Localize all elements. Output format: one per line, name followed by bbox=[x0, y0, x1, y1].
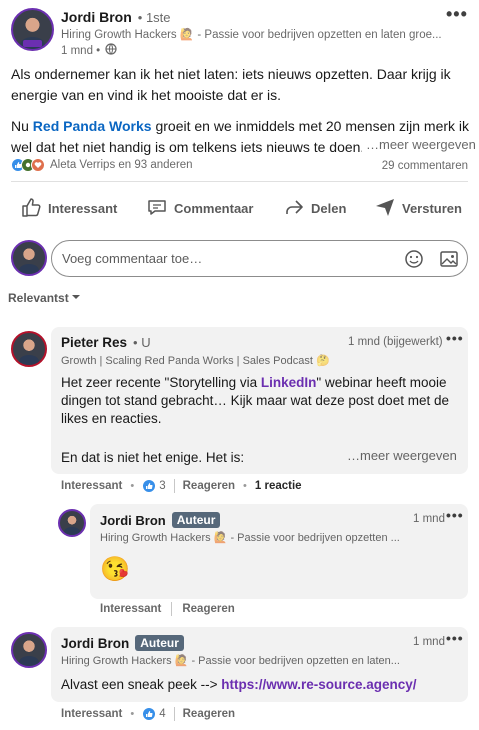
current-user-avatar bbox=[11, 240, 47, 276]
comment-bubble: Jordi Bron Auteur 1 mnd ••• Hiring Growt… bbox=[51, 627, 468, 702]
reactions-count-text: Aleta Verrips en 93 anderen bbox=[50, 159, 193, 171]
separator bbox=[173, 707, 175, 721]
post-author-headline: Hiring Growth Hackers 🙋 - Passie voor be… bbox=[61, 29, 441, 41]
reply-like-button[interactable]: Interessant bbox=[100, 603, 161, 615]
post-text-p1: Als ondernemer kan ik het niet laten: ie… bbox=[11, 66, 451, 103]
thumbs-up-icon bbox=[20, 196, 42, 221]
sort-dropdown[interactable]: Relevantst bbox=[8, 291, 81, 305]
divider bbox=[11, 181, 468, 182]
post-see-more[interactable]: …meer weergeven bbox=[362, 137, 476, 152]
comment-placeholder: Voeg commentaar toe… bbox=[62, 251, 203, 266]
emoji-icon[interactable] bbox=[404, 249, 424, 274]
red-panda-works-link[interactable]: Red Panda Works bbox=[33, 118, 152, 134]
comment-reply-button[interactable]: Reageren bbox=[183, 480, 235, 492]
comment-reply-button[interactable]: Reageren bbox=[183, 708, 235, 720]
post-more-icon[interactable]: ••• bbox=[446, 4, 468, 25]
reply-more-icon[interactable]: ••• bbox=[446, 507, 464, 523]
kiss-emoji: 😘 bbox=[100, 556, 130, 583]
author-badge: Auteur bbox=[171, 512, 221, 528]
comment-time: 1 mnd bbox=[413, 636, 445, 648]
share-arrow-icon bbox=[283, 196, 305, 221]
reply-bubble: Jordi Bron Auteur 1 mnd ••• Hiring Growt… bbox=[90, 504, 468, 599]
post-author-avatar[interactable] bbox=[11, 8, 54, 51]
comment-icon bbox=[146, 196, 168, 221]
comment-time: 1 mnd (bijgewerkt) bbox=[348, 336, 443, 348]
post-author-name[interactable]: Jordi Bron bbox=[61, 9, 132, 25]
globe-icon bbox=[105, 42, 117, 60]
comment-more-icon[interactable]: ••• bbox=[446, 630, 464, 646]
reactions-summary[interactable]: Aleta Verrips en 93 anderen bbox=[11, 158, 193, 172]
comment-author-name[interactable]: Pieter Res bbox=[61, 335, 127, 350]
comment-like-button[interactable]: Interessant bbox=[61, 480, 122, 492]
like-reaction-icon bbox=[142, 479, 157, 493]
connection-degree: • U bbox=[133, 335, 151, 350]
connection-degree: • 1ste bbox=[137, 10, 171, 25]
comment-text: Het zeer recente "Storytelling via Linke… bbox=[61, 375, 449, 426]
send-icon bbox=[374, 196, 396, 221]
like-button[interactable]: Interessant bbox=[20, 196, 117, 221]
image-icon[interactable] bbox=[439, 249, 459, 274]
linkedin-link[interactable]: LinkedIn bbox=[261, 375, 317, 390]
send-button[interactable]: Versturen bbox=[374, 196, 462, 221]
separator bbox=[171, 602, 173, 616]
comment-see-more[interactable]: …meer weergeven bbox=[347, 448, 457, 463]
like-reaction-icon bbox=[142, 707, 157, 721]
separator bbox=[173, 479, 175, 493]
reply-reply-button[interactable]: Reageren bbox=[182, 603, 234, 615]
comment-author-headline: Growth | Scaling Red Panda Works | Sales… bbox=[61, 355, 330, 367]
comment-text-2: En dat is niet het enige. Het is: bbox=[61, 450, 245, 465]
comment-like-button[interactable]: Interessant bbox=[61, 708, 122, 720]
post-time: 1 mnd • bbox=[61, 45, 101, 57]
share-button[interactable]: Delen bbox=[283, 196, 346, 221]
comment-replies-count[interactable]: 1 reactie bbox=[255, 480, 302, 492]
comment-button[interactable]: Commentaar bbox=[146, 196, 253, 221]
comment-input[interactable]: Voeg commentaar toe… bbox=[51, 240, 468, 277]
caret-down-icon bbox=[71, 291, 81, 305]
comment-author-name[interactable]: Jordi Bron bbox=[61, 636, 129, 651]
comment-like-count[interactable]: 4 bbox=[159, 708, 165, 720]
resource-agency-link[interactable]: https://www.re-source.agency/ bbox=[221, 677, 416, 692]
comments-count[interactable]: 29 commentaren bbox=[382, 160, 468, 172]
comment-avatar[interactable] bbox=[11, 331, 47, 367]
reply-author-name[interactable]: Jordi Bron bbox=[100, 513, 166, 528]
reply-time: 1 mnd bbox=[413, 513, 445, 525]
author-badge: Auteur bbox=[135, 635, 184, 651]
comment-more-icon[interactable]: ••• bbox=[446, 330, 464, 346]
reply-author-headline: Hiring Growth Hackers 🙋 - Passie voor be… bbox=[100, 532, 400, 544]
love-reaction-icon bbox=[31, 158, 45, 172]
comment-avatar[interactable] bbox=[11, 632, 47, 668]
reply-avatar[interactable] bbox=[58, 509, 86, 537]
comment-text: Alvast een sneak peek --> https://www.re… bbox=[61, 677, 417, 692]
comment-author-headline: Hiring Growth Hackers 🙋 - Passie voor be… bbox=[61, 655, 400, 667]
comment-like-count[interactable]: 3 bbox=[159, 480, 165, 492]
comment-bubble: Pieter Res • U 1 mnd (bijgewerkt) ••• Gr… bbox=[51, 327, 468, 474]
